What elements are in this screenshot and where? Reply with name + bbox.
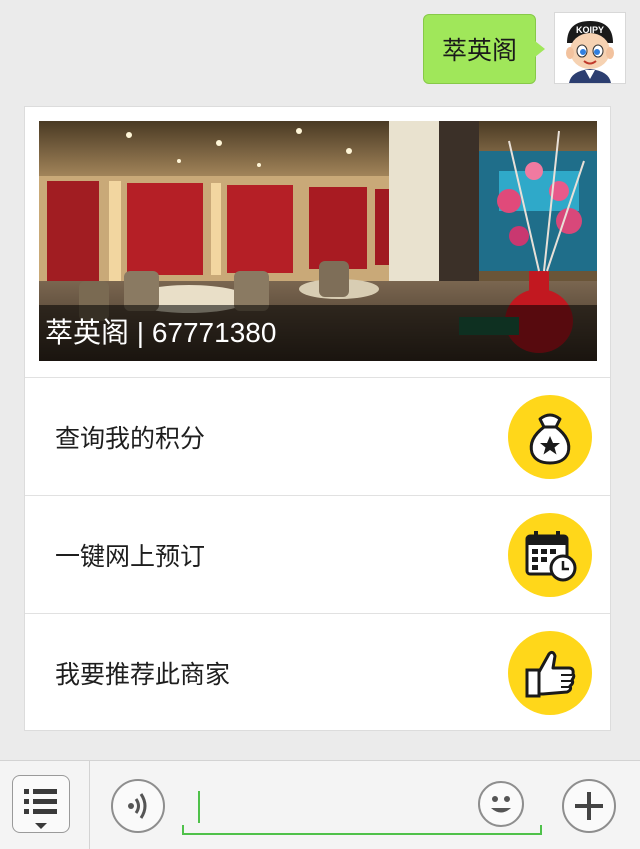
menu-item-online-booking[interactable]: 一键网上预订 — [25, 495, 610, 614]
voice-icon[interactable] — [111, 779, 165, 833]
cover-caption: 萃英阁 | 67771380 — [39, 305, 597, 361]
menu-item-label: 一键网上预订 — [55, 542, 206, 571]
sent-message-text: 萃英阁 — [441, 36, 517, 65]
toolbar-divider — [89, 761, 90, 849]
merchant-card: 萃英阁 | 67771380 查询我的积分 一键网上预订 我要推荐此商家 — [24, 106, 611, 731]
cartoon-avatar-icon: KOIPY — [555, 13, 625, 83]
menu-item-recommend-merchant[interactable]: 我要推荐此商家 — [25, 613, 610, 732]
avatar-badge-text: KOIPY — [576, 25, 604, 35]
emoji-icon[interactable] — [478, 781, 524, 827]
calendar-clock-icon — [508, 513, 592, 597]
text-caret — [198, 791, 200, 823]
sent-message-row: 萃英阁 KOIPY — [14, 12, 626, 88]
menu-item-label: 查询我的积分 — [55, 424, 206, 453]
cover-image[interactable]: 萃英阁 | 67771380 — [39, 121, 597, 361]
input-toolbar — [0, 760, 640, 849]
sent-message-bubble[interactable]: 萃英阁 — [422, 14, 546, 84]
plus-icon[interactable] — [562, 779, 616, 833]
menu-item-check-points[interactable]: 查询我的积分 — [25, 377, 610, 496]
avatar[interactable]: KOIPY — [554, 12, 626, 84]
money-bag-star-icon — [508, 395, 592, 479]
menu-list-icon[interactable] — [12, 775, 70, 833]
thumbs-up-icon — [508, 631, 592, 715]
menu-item-label: 我要推荐此商家 — [55, 660, 231, 689]
